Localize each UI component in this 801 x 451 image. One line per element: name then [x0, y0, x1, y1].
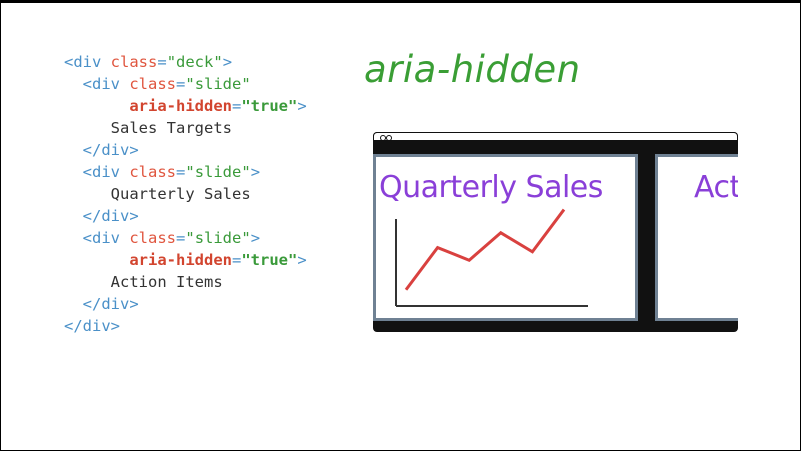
- code-token: Quarterly Sales: [110, 185, 251, 203]
- code-line: Quarterly Sales: [64, 183, 307, 205]
- line-chart: [395, 208, 588, 307]
- code-line: </div>: [64, 139, 307, 161]
- code-token: >: [222, 53, 233, 71]
- code-token: aria-hidden: [129, 251, 232, 269]
- slide-heading: aria-hidden: [364, 48, 581, 91]
- code-line: </div>: [64, 293, 307, 315]
- code-token: "true": [241, 251, 298, 269]
- code-token: "slide": [185, 163, 251, 181]
- code-token: >: [250, 163, 261, 181]
- code-token: =: [231, 97, 242, 115]
- slide-quarterly-sales: Quarterly Sales: [373, 154, 638, 321]
- code-line: </div>: [64, 315, 307, 337]
- code-line: <div class="slide">: [64, 227, 307, 249]
- code-line: <div class="slide">: [64, 161, 307, 183]
- code-token: =: [157, 53, 167, 71]
- series-line: [404, 208, 566, 291]
- code-line: Sales Targets: [64, 117, 307, 139]
- code-line: <div class="slide": [64, 73, 307, 95]
- code-token: >: [297, 251, 307, 269]
- code-token: class: [129, 75, 177, 93]
- slide-action-items: Act: [655, 154, 738, 321]
- code-token: </div>: [82, 141, 139, 159]
- code-token: </div>: [82, 207, 139, 225]
- code-token: =: [176, 75, 186, 93]
- code-token: >: [250, 229, 261, 247]
- code-token: =: [231, 251, 242, 269]
- code-line: Action Items: [64, 271, 307, 293]
- code-token: class: [129, 163, 177, 181]
- slide-title: Act: [694, 170, 738, 205]
- code-token: aria-hidden: [129, 97, 232, 115]
- code-line: aria-hidden="true">: [64, 249, 307, 271]
- code-token: <div: [82, 163, 130, 181]
- code-line: <div class="deck">: [64, 51, 307, 73]
- window-control-icon[interactable]: [386, 135, 392, 141]
- code-line: </div>: [64, 205, 307, 227]
- code-token: class: [129, 229, 177, 247]
- browser-titlebar: [373, 132, 738, 141]
- code-token: "slide": [185, 229, 251, 247]
- code-token: >: [297, 97, 307, 115]
- code-token: =: [176, 163, 186, 181]
- code-token: =: [176, 229, 186, 247]
- code-token: <div: [82, 229, 130, 247]
- code-token: class: [110, 53, 158, 71]
- code-token: "slide": [185, 75, 251, 93]
- code-token: <div: [82, 75, 130, 93]
- code-token: Action Items: [110, 273, 223, 291]
- code-token: </div>: [64, 317, 120, 335]
- code-line: aria-hidden="true">: [64, 95, 307, 117]
- browser-window: Quarterly Sales Act: [373, 132, 738, 332]
- code-token: </div>: [82, 295, 139, 313]
- code-snippet: <div class="deck"> <div class="slide" ar…: [64, 51, 307, 337]
- code-token: "true": [241, 97, 298, 115]
- code-token: "deck": [166, 53, 223, 71]
- code-token: Sales Targets: [110, 119, 232, 137]
- code-token: <div: [64, 53, 111, 71]
